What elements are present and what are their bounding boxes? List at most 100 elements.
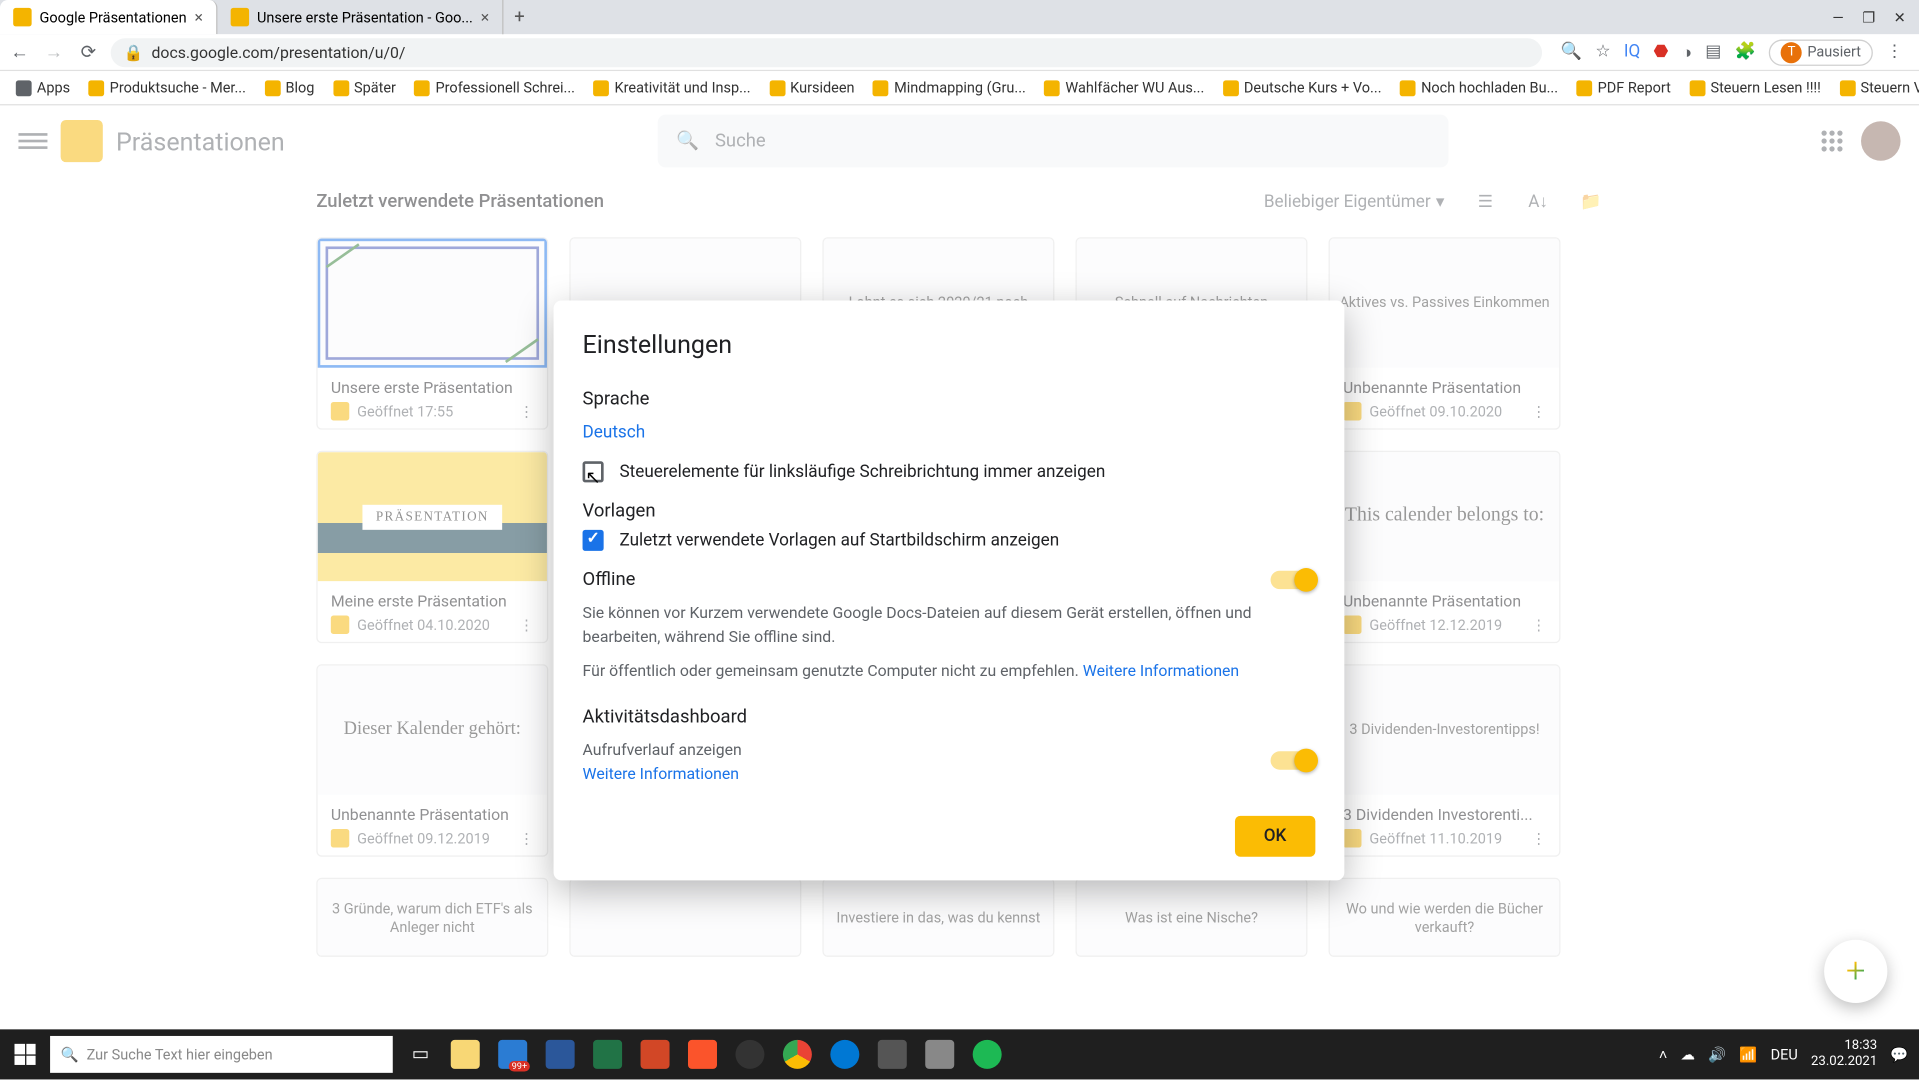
extension-icon[interactable]: ▤ <box>1705 42 1721 62</box>
taskbar-app-edge[interactable] <box>822 1035 867 1075</box>
tray-language[interactable]: DEU <box>1771 1046 1798 1063</box>
window-controls: — ❐ ✕ <box>1819 9 1919 26</box>
bookmark-item[interactable]: Professionell Schrei... <box>407 79 583 96</box>
bookmarks-bar: Apps Produktsuche - Mer... Blog Später P… <box>0 71 1919 105</box>
templates-section-label: Vorlagen <box>583 501 1316 522</box>
start-button[interactable] <box>0 1029 50 1079</box>
taskbar-app-excel[interactable] <box>585 1035 630 1075</box>
bookmark-item[interactable]: Produktsuche - Mer... <box>81 79 254 96</box>
close-icon[interactable]: × <box>195 8 203 26</box>
extension-icon[interactable]: IQ <box>1624 42 1640 62</box>
browser-tab[interactable]: Unsere erste Präsentation - Goo... × <box>217 0 503 34</box>
browser-tab-bar: Google Präsentationen × Unsere erste Prä… <box>0 0 1919 34</box>
language-link[interactable]: Deutsch <box>583 423 646 443</box>
taskbar-app-powerpoint[interactable] <box>633 1035 678 1075</box>
offline-toggle[interactable] <box>1271 571 1316 589</box>
bookmark-apps[interactable]: Apps <box>8 79 78 96</box>
templates-checkbox-label: Zuletzt verwendete Vorlagen auf Startbil… <box>619 530 1059 550</box>
new-presentation-fab[interactable]: + <box>1824 940 1887 1003</box>
pause-label: Pausiert <box>1807 43 1861 60</box>
new-tab-button[interactable]: + <box>504 0 536 34</box>
tray-notifications-icon[interactable]: 💬 <box>1890 1046 1908 1063</box>
bookmark-item[interactable]: Steuern Lesen !!!! <box>1681 79 1828 96</box>
tray-volume-icon[interactable]: 🔊 <box>1708 1046 1726 1063</box>
tray-chevron-icon[interactable]: ˄ <box>1659 1046 1667 1063</box>
taskbar-app-spotify[interactable] <box>965 1035 1010 1075</box>
folder-icon <box>414 80 430 96</box>
back-icon[interactable]: ← <box>8 41 32 63</box>
bookmark-item[interactable]: Blog <box>256 79 322 96</box>
ok-button[interactable]: OK <box>1235 816 1316 857</box>
task-view-icon[interactable]: ▭ <box>401 1035 441 1075</box>
dialog-title: Einstellungen <box>583 330 1316 360</box>
rtl-checkbox-label: Steuerelemente für linksläufige Schreibr… <box>619 462 1105 482</box>
folder-icon <box>769 80 785 96</box>
tab-title: Google Präsentationen <box>40 9 187 26</box>
taskbar-search-input[interactable]: 🔍 Zur Suche Text hier eingeben <box>50 1036 393 1073</box>
maximize-icon[interactable]: ❐ <box>1862 9 1875 26</box>
taskbar-app-obs[interactable] <box>728 1035 773 1075</box>
menu-icon[interactable]: ⋮ <box>1886 42 1903 62</box>
taskbar-app-explorer[interactable] <box>443 1035 488 1075</box>
folder-icon <box>264 80 280 96</box>
zoom-icon[interactable]: 🔍 <box>1561 42 1582 62</box>
extension-icon[interactable]: ⬣ <box>1654 42 1669 62</box>
settings-dialog: Einstellungen Sprache Deutsch Steuerelem… <box>554 301 1345 881</box>
favicon-icon <box>13 8 31 26</box>
browser-tab-active[interactable]: Google Präsentationen × <box>0 0 217 34</box>
forward-icon[interactable]: → <box>42 41 66 63</box>
extensions-icon[interactable]: 🧩 <box>1735 42 1756 62</box>
bookmark-item[interactable]: Mindmapping (Gru... <box>865 79 1034 96</box>
bookmark-item[interactable]: Wahlfächer WU Aus... <box>1036 79 1212 96</box>
browser-address-bar: ← → ⟳ 🔒 docs.google.com/presentation/u/0… <box>0 34 1919 71</box>
offline-warning: Für öffentlich oder gemeinsam genutzte C… <box>583 659 1316 683</box>
tray-network-icon[interactable]: 📶 <box>1739 1046 1757 1063</box>
tray-clock[interactable]: 18:33 23.02.2021 <box>1811 1039 1877 1071</box>
folder-icon <box>1044 80 1060 96</box>
favicon-icon <box>231 8 249 26</box>
taskbar-app-generic[interactable] <box>917 1035 962 1075</box>
folder-icon <box>1577 80 1593 96</box>
rtl-checkbox[interactable] <box>583 461 604 482</box>
taskbar-app-chrome[interactable] <box>775 1035 820 1075</box>
folder-icon <box>333 80 349 96</box>
folder-icon <box>873 80 889 96</box>
offline-description: Sie können vor Kurzem verwendete Google … <box>583 601 1316 648</box>
taskbar-app-generic[interactable] <box>870 1035 915 1075</box>
reload-icon[interactable]: ⟳ <box>76 42 100 63</box>
more-info-link[interactable]: Weitere Informationen <box>1083 662 1239 680</box>
minimize-icon[interactable]: — <box>1832 9 1843 26</box>
bookmark-item[interactable]: Später <box>325 79 404 96</box>
bookmark-item[interactable]: Kursideen <box>761 79 862 96</box>
dashboard-section-label: Aktivitätsdashboard <box>583 706 1316 727</box>
more-info-link[interactable]: Weitere Informationen <box>583 764 739 782</box>
taskbar-app-brave[interactable] <box>680 1035 725 1075</box>
extension-icon[interactable]: ◑ <box>1682 42 1692 63</box>
star-icon[interactable]: ☆ <box>1595 42 1610 62</box>
url-input[interactable]: 🔒 docs.google.com/presentation/u/0/ <box>111 38 1543 67</box>
bookmark-item[interactable]: Noch hochladen Bu... <box>1392 79 1566 96</box>
tray-onedrive-icon[interactable]: ☁ <box>1681 1046 1695 1063</box>
language-section-label: Sprache <box>583 389 1316 410</box>
folder-icon <box>1223 80 1239 96</box>
avatar-icon: T <box>1781 42 1802 63</box>
folder-icon <box>1400 80 1416 96</box>
apps-icon <box>16 80 32 96</box>
taskbar-app-word[interactable] <box>538 1035 583 1075</box>
bookmark-item[interactable]: Kreativität und Insp... <box>586 79 759 96</box>
bookmark-item[interactable]: PDF Report <box>1569 79 1679 96</box>
folder-icon <box>593 80 609 96</box>
close-icon[interactable]: × <box>481 8 489 26</box>
tab-title: Unsere erste Präsentation - Goo... <box>257 9 473 26</box>
bookmark-item[interactable]: Deutsche Kurs + Vo... <box>1215 79 1390 96</box>
close-window-icon[interactable]: ✕ <box>1894 9 1906 26</box>
lock-icon: 🔒 <box>124 43 144 61</box>
taskbar-app-mail[interactable]: 99+ <box>490 1035 535 1075</box>
bookmark-item[interactable]: Steuern Videos wic... <box>1831 79 1919 96</box>
dashboard-toggle[interactable] <box>1271 751 1316 769</box>
url-text: docs.google.com/presentation/u/0/ <box>152 43 406 61</box>
profile-chip[interactable]: T Pausiert <box>1769 39 1873 65</box>
plus-icon: + <box>1846 952 1865 992</box>
templates-checkbox[interactable] <box>583 530 604 551</box>
offline-section-label: Offline <box>583 569 636 590</box>
